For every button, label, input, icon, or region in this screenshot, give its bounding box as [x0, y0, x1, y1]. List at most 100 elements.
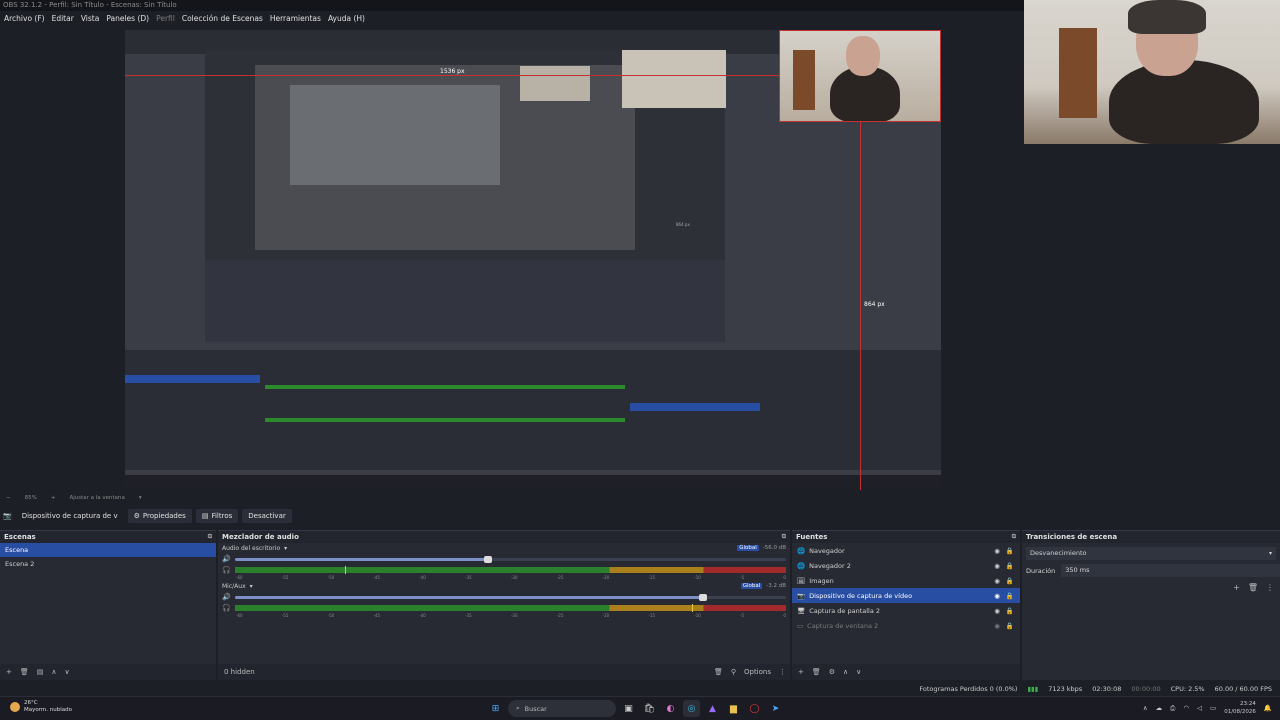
- volume-slider[interactable]: [234, 555, 786, 563]
- duration-input[interactable]: 350 ms: [1061, 564, 1280, 577]
- source-settings-icon[interactable]: ⚙: [829, 668, 835, 676]
- track-menu-icon[interactable]: ▾: [284, 545, 287, 552]
- menu-archivo[interactable]: Archivo (F): [4, 14, 45, 23]
- lock-icon[interactable]: 🔒: [1006, 547, 1014, 555]
- source-item[interactable]: ▭ Captura de ventana 2 ◉ 🔒: [792, 618, 1020, 633]
- transition-select[interactable]: Desvanecimiento: [1026, 547, 1276, 560]
- menu-perfil[interactable]: Perfil: [156, 14, 175, 23]
- menu-paneles[interactable]: Paneles (D): [106, 14, 149, 23]
- source-name: Captura de ventana 2: [807, 621, 879, 630]
- proton-icon[interactable]: ▲: [704, 700, 721, 717]
- dock-menu-icon[interactable]: ⧉: [782, 533, 786, 541]
- move-down-icon[interactable]: ∨: [65, 668, 70, 676]
- scene-item[interactable]: Escena 2: [0, 557, 216, 571]
- speaker-icon[interactable]: 🔊: [222, 555, 231, 563]
- scale-tick: -35: [465, 613, 472, 618]
- battery-icon[interactable]: ▭: [1210, 704, 1216, 712]
- cloud-icon[interactable]: ☁: [1156, 704, 1163, 712]
- lock-icon[interactable]: 🔒: [1006, 562, 1014, 570]
- headphones-icon[interactable]: 🎧: [222, 604, 231, 612]
- filters-button[interactable]: ▤ Filtros: [195, 509, 239, 523]
- mixer-link-icon[interactable]: ⚲: [731, 668, 736, 676]
- dock-menu-icon[interactable]: ⧉: [208, 533, 212, 541]
- taskbar-search[interactable]: ⌕ Buscar: [508, 700, 616, 717]
- mixer-trash-icon[interactable]: 🗑: [714, 668, 723, 676]
- source-item[interactable]: 🌐 Navegador 2 ◉ 🔒: [792, 558, 1020, 573]
- source-item[interactable]: 📷 Dispositivo de captura de vídeo ◉ 🔒: [792, 588, 1020, 603]
- menu-herramientas[interactable]: Herramientas: [270, 14, 321, 23]
- transition-menu-icon[interactable]: ⋮: [1266, 583, 1274, 592]
- speaker-icon[interactable]: 🔊: [222, 593, 231, 601]
- opera-icon[interactable]: ◯: [746, 700, 763, 717]
- tray-chevron-icon[interactable]: ∧: [1143, 704, 1148, 712]
- scale-tick: -10: [694, 575, 701, 580]
- dock-menu-icon[interactable]: ⧉: [1012, 533, 1016, 541]
- menu-editar[interactable]: Editar: [52, 14, 74, 23]
- zoom-plus-icon[interactable]: +: [51, 495, 56, 501]
- visibility-eye-icon[interactable]: ◉: [994, 622, 1000, 630]
- task-view-icon[interactable]: ▣: [620, 700, 637, 717]
- remove-transition-icon[interactable]: 🗑: [1248, 583, 1258, 592]
- track-menu-icon[interactable]: ▾: [250, 583, 253, 590]
- telegram-icon[interactable]: ➤: [767, 700, 784, 717]
- scale-tick: -15: [648, 575, 655, 580]
- volume-icon[interactable]: ◁: [1197, 704, 1202, 712]
- remove-scene-icon[interactable]: 🗑: [20, 668, 29, 676]
- notification-icon[interactable]: 🔔: [1264, 704, 1272, 712]
- lock-icon[interactable]: 🔒: [1006, 592, 1014, 600]
- selection-box[interactable]: [779, 30, 941, 122]
- zoom-dropdown-icon[interactable]: ▾: [139, 495, 142, 501]
- volume-knob[interactable]: [699, 593, 708, 601]
- weather-icon: [10, 702, 20, 712]
- headphones-icon[interactable]: 🎧: [222, 566, 231, 574]
- visibility-eye-icon[interactable]: ◉: [994, 547, 1000, 555]
- edge-icon[interactable]: ◎: [683, 700, 700, 717]
- properties-button[interactable]: ⚙ Propiedades: [127, 509, 192, 523]
- source-item[interactable]: 🖼 Imagen ◉ 🔒: [792, 573, 1020, 588]
- source-item[interactable]: 🖥 Captura de pantalla 2 ◉ 🔒: [792, 603, 1020, 618]
- measure-height: 864 px: [864, 301, 885, 308]
- clock[interactable]: 23:24 01/08/2026: [1224, 700, 1256, 716]
- mixer-options-button[interactable]: Options: [744, 668, 771, 676]
- menu-coleccion[interactable]: Colección de Escenas: [182, 14, 263, 23]
- visibility-eye-icon[interactable]: ◉: [994, 607, 1000, 615]
- scene-item[interactable]: Escena: [0, 543, 216, 557]
- camera-icon: 📷: [3, 512, 12, 520]
- lock-icon[interactable]: 🔒: [1006, 622, 1014, 630]
- source-item[interactable]: 🌐 Navegador ◉ 🔒: [792, 543, 1020, 558]
- remove-source-icon[interactable]: 🗑: [812, 668, 821, 676]
- store-icon[interactable]: 🛍: [641, 700, 658, 717]
- move-up-icon[interactable]: ∧: [51, 668, 56, 676]
- weather-widget[interactable]: 26°C Mayorm. nublado: [10, 700, 72, 714]
- source-controls: ◉ 🔒: [994, 592, 1014, 600]
- move-up-icon[interactable]: ∧: [843, 668, 848, 676]
- zoom-fit[interactable]: Ajustar a la ventana: [69, 495, 124, 501]
- visibility-eye-icon[interactable]: ◉: [994, 562, 1000, 570]
- menu-ayuda[interactable]: Ayuda (H): [328, 14, 365, 23]
- volume-slider[interactable]: [234, 593, 786, 601]
- taskbar-apps: ⊞ ⌕ Buscar ▣ 🛍 ◐ ◎ ▲ ▆ ◯ ➤: [487, 700, 784, 717]
- explorer-icon[interactable]: ▆: [725, 700, 742, 717]
- deactivate-button[interactable]: Desactivar: [242, 509, 292, 523]
- menu-vista[interactable]: Vista: [81, 14, 100, 23]
- zoom-minus-icon[interactable]: −: [6, 495, 11, 501]
- start-icon[interactable]: ⊞: [487, 700, 504, 717]
- rec-time: 00:00:00: [1131, 685, 1161, 693]
- move-down-icon[interactable]: ∨: [856, 668, 861, 676]
- wifi-icon[interactable]: ◠: [1183, 704, 1189, 712]
- add-transition-icon[interactable]: +: [1233, 583, 1240, 592]
- add-scene-icon[interactable]: +: [6, 668, 12, 676]
- visibility-eye-icon[interactable]: ◉: [994, 577, 1000, 585]
- volume-knob[interactable]: [484, 555, 493, 563]
- scene-filters-icon[interactable]: ▤: [37, 668, 44, 676]
- selected-source-name: Dispositivo de captura de v: [21, 512, 118, 520]
- lock-icon[interactable]: 🔒: [1006, 577, 1014, 585]
- lock-icon[interactable]: 🔒: [1006, 607, 1014, 615]
- scenes-header: Escenas ⧉: [0, 531, 216, 543]
- add-source-icon[interactable]: +: [798, 668, 804, 676]
- printer-icon[interactable]: ⎙: [1170, 704, 1175, 713]
- zoom-level[interactable]: 85%: [25, 495, 37, 501]
- mixer-options-icon[interactable]: ⋮: [779, 668, 786, 676]
- copilot-icon[interactable]: ◐: [662, 700, 679, 717]
- visibility-eye-icon[interactable]: ◉: [994, 592, 1000, 600]
